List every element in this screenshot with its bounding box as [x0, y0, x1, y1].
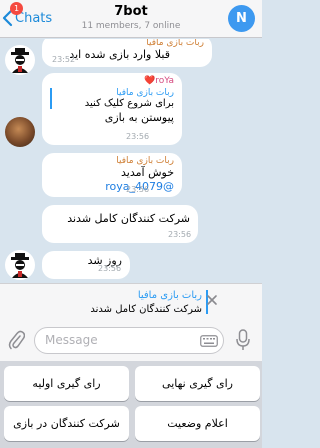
message-list[interactable]: ربات بازی مافیا قبلا وارد بازی شده اید 2… [0, 39, 262, 283]
message-time: 23:56 [126, 185, 150, 194]
message-time: 23:56 [98, 264, 122, 273]
key-final-vote[interactable]: رای گیری نهایی [135, 366, 260, 401]
message-bubble[interactable]: روز شد 23:56 [42, 251, 130, 279]
bot-avatar[interactable] [5, 250, 35, 280]
reply-quote[interactable]: ربات بازی مافیا برای شروع کلیک کنید [50, 88, 174, 109]
unread-badge: 1 [10, 2, 23, 15]
reply-quote-name: ربات بازی مافیا [116, 88, 174, 98]
bot-avatar[interactable] [5, 45, 35, 75]
message-sender: roYa❤️ [143, 76, 174, 86]
bot-keyboard: رای گیری نهایی رای گیری اولیه اعلام وضعی… [0, 361, 262, 448]
message-bubble[interactable]: ربات بازی مافیا خوش آمدید @roya_4079 23:… [42, 153, 182, 197]
message-sender: ربات بازی مافیا [146, 39, 204, 48]
chat-title: 7bot [114, 4, 148, 19]
keyboard-icon[interactable] [200, 335, 218, 347]
message-bubble[interactable]: ربات بازی مافیا قبلا وارد بازی شده اید 2… [42, 39, 212, 67]
spy-icon [11, 253, 29, 278]
reply-quote-text: برای شروع کلیک کنید [84, 98, 174, 109]
key-status[interactable]: اعلام وضعیت [135, 406, 260, 441]
message-text: خوش آمدید @roya_4079 [50, 166, 174, 194]
chat-title-area[interactable]: 7bot 11 members, 7 online [60, 4, 202, 31]
message-time: 23:52 [52, 55, 76, 64]
user-avatar[interactable] [5, 117, 35, 147]
close-icon[interactable] [205, 293, 219, 307]
message-bubble[interactable]: شرکت کنندگان کامل شدند 23:56 [42, 205, 198, 243]
spy-icon [11, 48, 29, 73]
message-text-prefix: خوش آمدید [121, 166, 174, 179]
composer-bar: Message [0, 319, 262, 361]
paperclip-icon[interactable] [7, 329, 25, 351]
group-avatar[interactable]: N [228, 5, 255, 32]
message-text: پیوستن به بازی [104, 111, 174, 124]
reply-preview-name: ربات بازی مافیا [137, 290, 202, 301]
message-input[interactable]: Message [34, 327, 224, 354]
reply-preview-text: شرکت کنندگان کامل شدند [90, 304, 202, 315]
reply-preview-bar[interactable]: ربات بازی مافیا شرکت کنندگان کامل شدند [0, 283, 262, 319]
key-participants[interactable]: شرکت کنندگان در بازی [4, 406, 129, 441]
chat-header: Chats 1 7bot 11 members, 7 online N [0, 0, 262, 38]
chat-subtitle: 11 members, 7 online [81, 21, 181, 31]
message-time: 23:56 [168, 230, 192, 239]
key-initial-vote[interactable]: رای گیری اولیه [4, 366, 129, 401]
message-text: شرکت کنندگان کامل شدند [67, 212, 190, 225]
message-sender: ربات بازی مافیا [116, 156, 174, 166]
message-time: 23:56 [126, 132, 150, 141]
message-bubble[interactable]: roYa❤️ ربات بازی مافیا برای شروع کلیک کن… [42, 73, 182, 145]
microphone-icon[interactable] [236, 329, 250, 351]
